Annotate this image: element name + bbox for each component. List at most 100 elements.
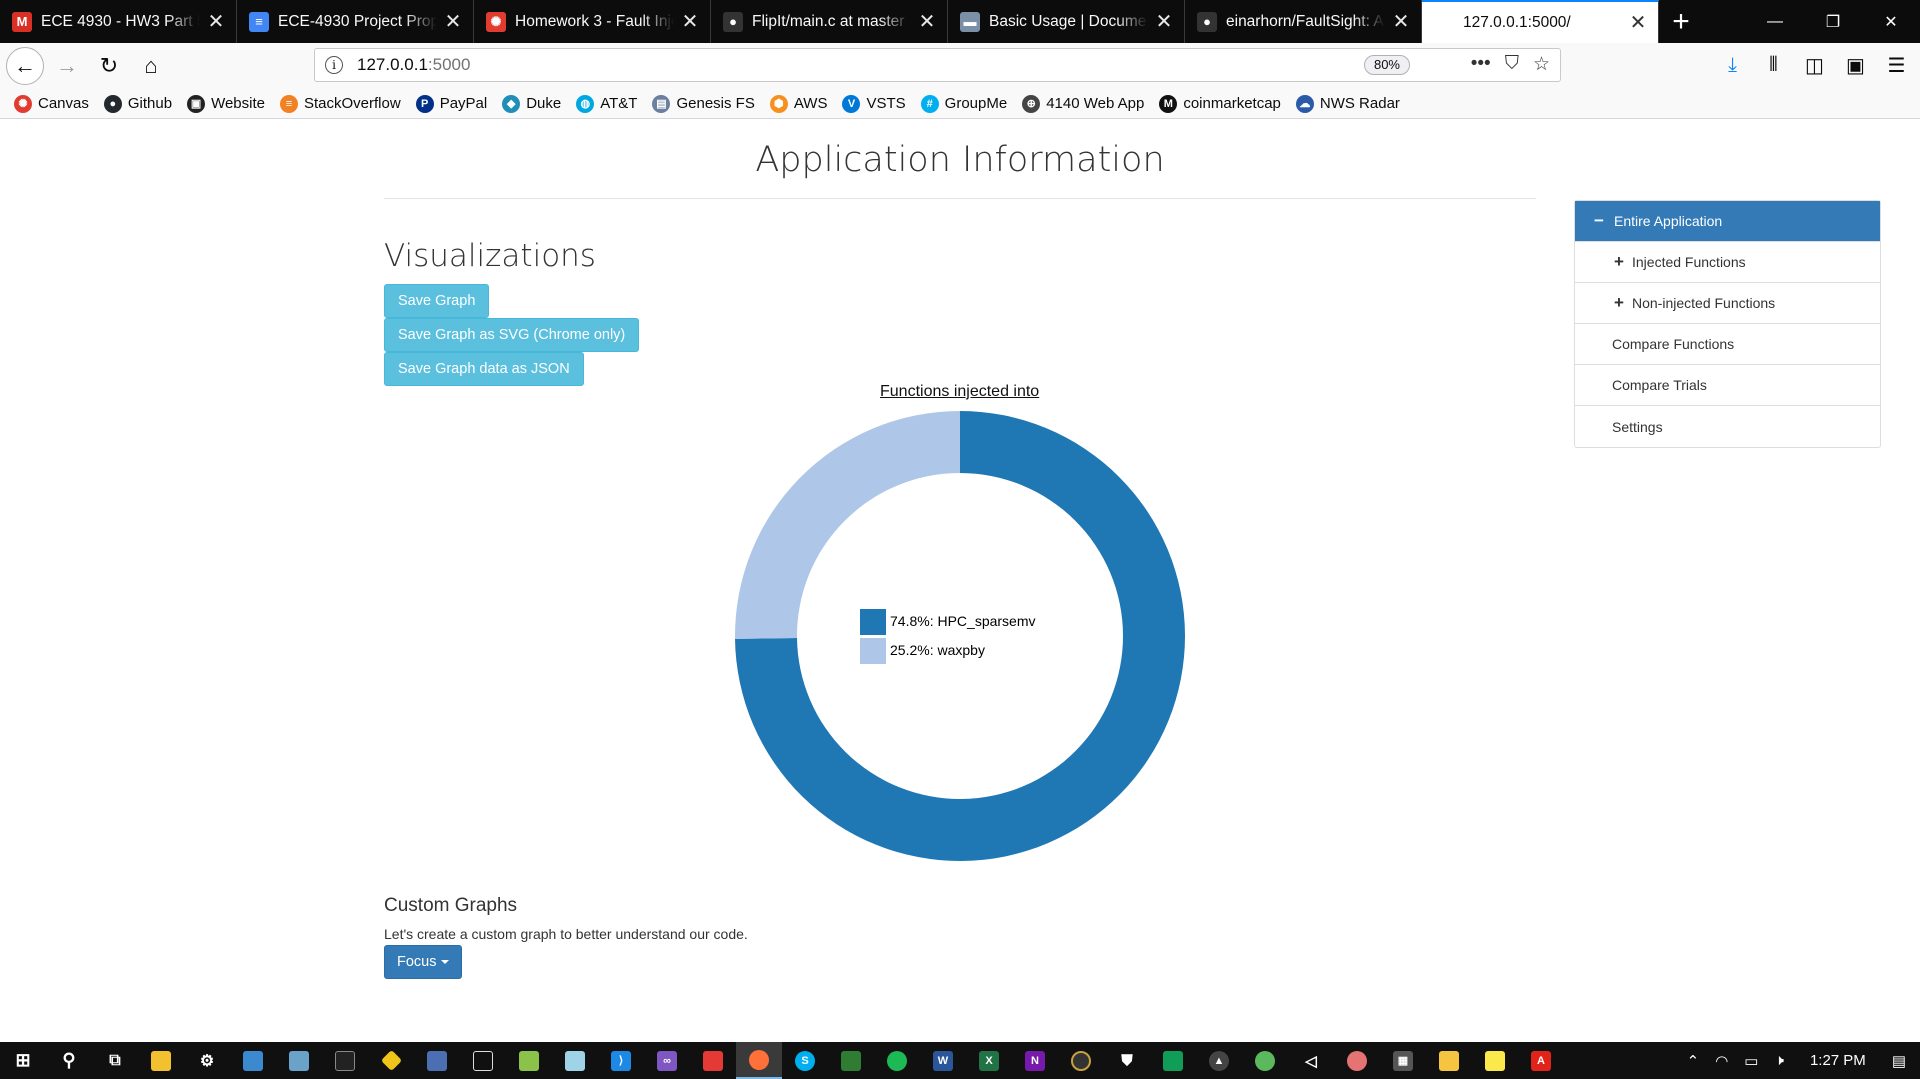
taskbar-app-10[interactable] <box>1058 1042 1104 1079</box>
taskbar-acrobat[interactable]: A <box>1518 1042 1564 1079</box>
taskbar-skype[interactable]: S <box>782 1042 828 1079</box>
taskbar-word[interactable]: W <box>920 1042 966 1079</box>
forward-button[interactable]: → <box>48 47 86 85</box>
taskbar-app-2[interactable] <box>276 1042 322 1079</box>
bookmark-item[interactable]: # GroupMe <box>920 94 1007 113</box>
start-button[interactable]: ⊞ <box>0 1042 46 1079</box>
taskbar-file-explorer[interactable] <box>138 1042 184 1079</box>
taskbar-app-1[interactable] <box>230 1042 276 1079</box>
minimize-icon[interactable]: — <box>1746 0 1804 43</box>
back-button[interactable]: ← <box>6 47 44 85</box>
restore-icon[interactable]: ❐ <box>1804 0 1862 43</box>
browser-tab[interactable]: 127.0.0.1:5000/ ✕ <box>1422 0 1659 43</box>
pie-slice-waxpby[interactable] <box>735 411 960 639</box>
browser-tab[interactable]: ≡ ECE-4930 Project Propos ✕ <box>237 0 474 43</box>
volume-muted-icon[interactable]: 🕨 <box>1774 1052 1783 1069</box>
bookmark-item[interactable]: Mcoinmarketcap <box>1159 94 1281 113</box>
sidebar-item-settings[interactable]: Settings <box>1575 406 1880 447</box>
stackoverflow-icon: ≡ <box>279 94 298 113</box>
taskbar-app-6[interactable] <box>506 1042 552 1079</box>
bookmark-item[interactable]: ☁ NWS Radar <box>1295 94 1400 113</box>
sidebar-item-injected-functions[interactable]: + Injected Functions <box>1575 242 1880 283</box>
taskbar-app-3[interactable] <box>368 1042 414 1079</box>
sidebar-toggle-icon[interactable]: ◫ <box>1801 49 1828 81</box>
taskbar-spotify[interactable] <box>874 1042 920 1079</box>
taskbar-sticky-notes[interactable] <box>1472 1042 1518 1079</box>
focus-dropdown-button[interactable]: Focus <box>384 945 462 979</box>
close-tab-icon[interactable]: ✕ <box>1154 9 1174 34</box>
save-graph-json-button[interactable]: Save Graph data as JSON <box>384 352 584 386</box>
taskbar-visual-studio[interactable]: ∞ <box>644 1042 690 1079</box>
wifi-icon[interactable]: ◠ <box>1715 1052 1728 1070</box>
save-graph-button[interactable]: Save Graph <box>384 284 490 318</box>
bookmark-item[interactable]: ● Github <box>103 94 172 113</box>
taskbar-app-16[interactable] <box>1334 1042 1380 1079</box>
taskbar-app-14[interactable] <box>1242 1042 1288 1079</box>
home-button[interactable]: ⌂ <box>132 47 170 85</box>
taskbar-app-15[interactable]: ◁ <box>1288 1042 1334 1079</box>
bookmark-item[interactable]: ⬢ AWS <box>769 94 827 113</box>
chevron-up-icon[interactable]: ⌃ <box>1687 1052 1700 1070</box>
browser-tab[interactable]: ▬ Basic Usage | Document ✕ <box>948 0 1185 43</box>
taskbar-vscode[interactable]: ⟩ <box>598 1042 644 1079</box>
bookmark-star-icon[interactable]: ☆ <box>1533 53 1550 76</box>
battery-icon[interactable]: ▭ <box>1744 1052 1758 1070</box>
browser-tab[interactable]: ● einarhorn/FaultSight: A w ✕ <box>1185 0 1422 43</box>
extension-icon[interactable]: ▣ <box>1842 49 1869 81</box>
taskbar-app-13[interactable]: ▲ <box>1196 1042 1242 1079</box>
bookmark-item[interactable]: ◍ AT&T <box>576 94 637 113</box>
taskbar-app-11[interactable]: ⛊ <box>1104 1042 1150 1079</box>
taskbar-app-7[interactable] <box>552 1042 598 1079</box>
close-window-icon[interactable]: ✕ <box>1862 0 1920 43</box>
bookmark-item[interactable]: P PayPal <box>415 94 487 113</box>
save-graph-svg-button[interactable]: Save Graph as SVG (Chrome only) <box>384 318 640 352</box>
search-button[interactable]: ⚲ <box>46 1042 92 1079</box>
reload-button[interactable]: ↻ <box>90 47 128 85</box>
taskbar-app-8[interactable] <box>690 1042 736 1079</box>
taskbar-app-5[interactable] <box>460 1042 506 1079</box>
caret-down-icon <box>440 960 449 965</box>
close-tab-icon[interactable]: ✕ <box>1391 9 1411 34</box>
taskbar-terminal[interactable] <box>322 1042 368 1079</box>
close-tab-icon[interactable]: ✕ <box>680 9 700 34</box>
menu-icon[interactable]: ☰ <box>1883 49 1910 81</box>
taskbar-calculator[interactable]: ▦ <box>1380 1042 1426 1079</box>
taskbar-settings[interactable]: ⚙ <box>184 1042 230 1079</box>
site-info-icon[interactable]: i <box>325 56 343 74</box>
browser-tab[interactable]: M ECE 4930 - HW3 Part 5 - ✕ <box>0 0 237 43</box>
bookmark-item[interactable]: ✺ Canvas <box>14 94 89 113</box>
taskbar-app-9[interactable] <box>828 1042 874 1079</box>
close-tab-icon[interactable]: ✕ <box>917 9 937 34</box>
bookmark-item[interactable]: ▤ Genesis FS <box>652 94 755 113</box>
close-tab-icon[interactable]: ✕ <box>1628 10 1648 35</box>
taskbar-app-4[interactable] <box>414 1042 460 1079</box>
browser-tab[interactable]: ✺ Homework 3 - Fault Injec ✕ <box>474 0 711 43</box>
download-icon[interactable]: ⤓ <box>1719 49 1746 81</box>
bookmark-item[interactable]: ≡ StackOverflow <box>279 94 401 113</box>
taskbar-app-17[interactable] <box>1426 1042 1472 1079</box>
task-view-button[interactable]: ⧉ <box>92 1042 138 1079</box>
notifications-icon[interactable]: ▤ <box>1892 1052 1906 1070</box>
close-tab-icon[interactable]: ✕ <box>206 9 226 34</box>
bookmark-item[interactable]: ◆ Duke <box>502 94 561 113</box>
clock[interactable]: 1:27 PM <box>1810 1052 1866 1069</box>
bookmark-item[interactable]: ⊕ 4140 Web App <box>1022 94 1144 113</box>
sidebar-item-compare-trials[interactable]: Compare Trials <box>1575 365 1880 406</box>
bookmark-item[interactable]: V VSTS <box>842 94 906 113</box>
zoom-level[interactable]: 80% <box>1363 55 1410 75</box>
bookmark-item[interactable]: ▣ Website <box>187 94 265 113</box>
taskbar-excel[interactable]: X <box>966 1042 1012 1079</box>
more-actions-icon[interactable]: ••• <box>1471 53 1491 76</box>
library-icon[interactable]: ⫴ <box>1760 49 1787 81</box>
browser-tab[interactable]: ● FlipIt/main.c at master ✕ <box>711 0 948 43</box>
taskbar-onenote[interactable]: N <box>1012 1042 1058 1079</box>
taskbar-app-12[interactable] <box>1150 1042 1196 1079</box>
taskbar-firefox[interactable] <box>736 1042 782 1079</box>
sidebar-item-non-injected-functions[interactable]: + Non-injected Functions <box>1575 283 1880 324</box>
close-tab-icon[interactable]: ✕ <box>443 9 463 34</box>
sidebar-item-entire-application[interactable]: − Entire Application <box>1575 201 1880 242</box>
url-bar[interactable]: i 127.0.0.1:5000 80% ••• ⛉ ☆ <box>314 48 1561 82</box>
pocket-icon[interactable]: ⛉ <box>1505 53 1519 76</box>
sidebar-item-compare-functions[interactable]: Compare Functions <box>1575 324 1880 365</box>
new-tab-button[interactable]: + <box>1659 0 1703 43</box>
